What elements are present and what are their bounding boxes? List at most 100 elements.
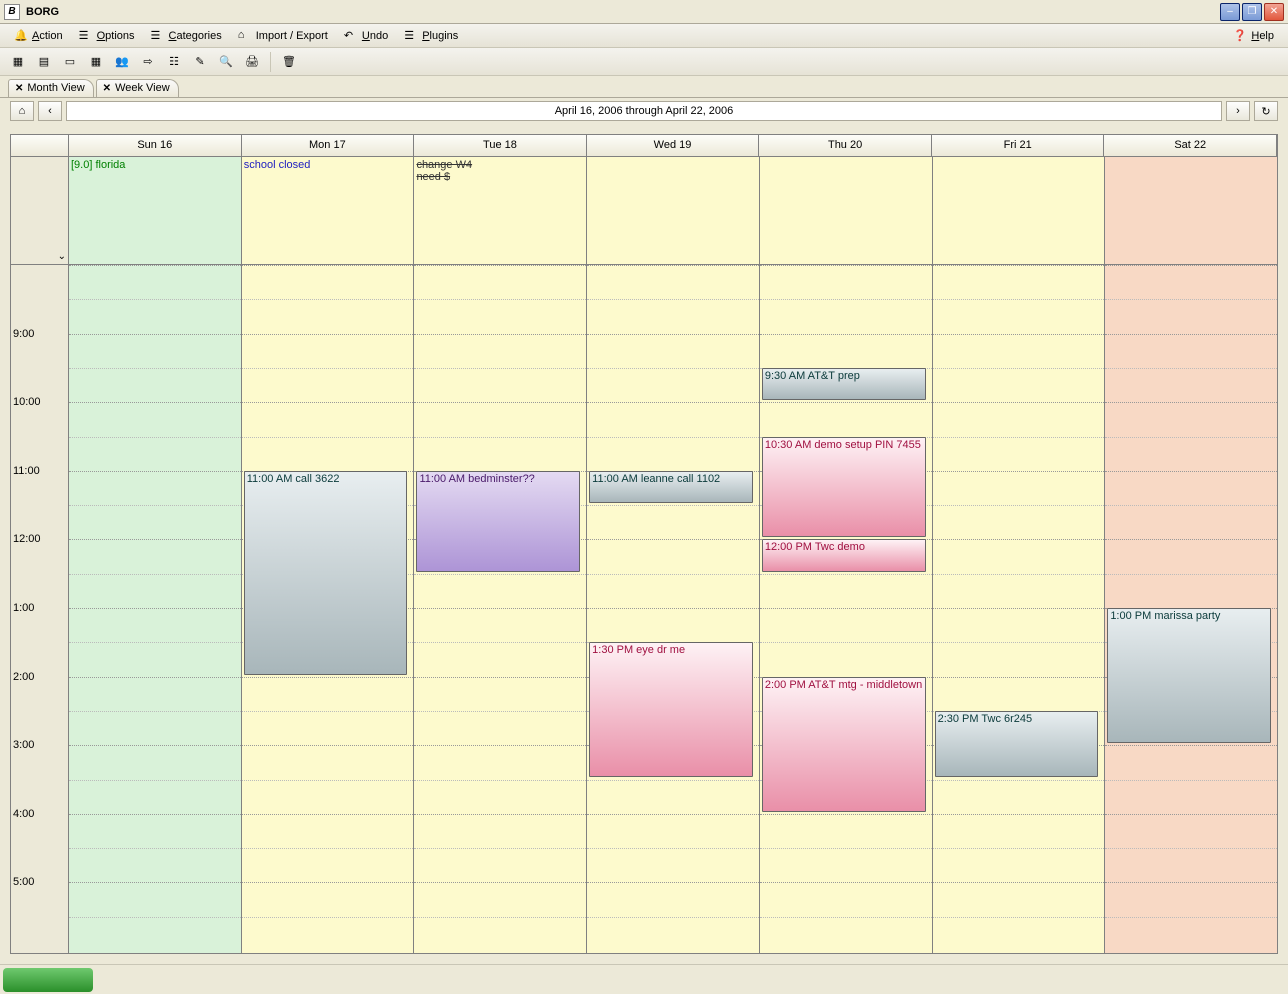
toolbar-delete[interactable]: 🗑 (277, 51, 301, 73)
day-column-wed[interactable]: 11:00 AM leanne call 1102 1:30 PM eye dr … (587, 265, 760, 953)
list-icon: ☰ (404, 29, 418, 43)
undo-icon: ↶ (344, 29, 358, 43)
menu-action[interactable]: 🔔 Action (6, 26, 71, 46)
allday-cell-sun[interactable]: [9.0] florida (69, 157, 242, 265)
allday-event[interactable]: [9.0] florida (71, 159, 239, 171)
menu-bar: 🔔 Action ☰ Options ☰ Categories ⌂ Import… (0, 24, 1288, 48)
toolbar-year-view[interactable]: ▦ (84, 51, 108, 73)
people-icon: 👥 (115, 55, 129, 68)
toolbar-search[interactable]: 🔍 (214, 51, 238, 73)
calendar-event[interactable]: 2:00 PM AT&T mtg - middletown (762, 677, 926, 812)
toolbar-tasks[interactable]: ☷ (162, 51, 186, 73)
day-header-sun[interactable]: Sun 16 (69, 135, 242, 157)
close-icon[interactable]: ✕ (103, 83, 111, 94)
tab-month-view[interactable]: ✕ Month View (8, 79, 94, 97)
chevron-down-icon: ⌄ (58, 251, 66, 262)
nav-next-button[interactable]: › (1226, 101, 1250, 121)
allday-cell-thu[interactable] (760, 157, 933, 265)
home-icon: ⌂ (19, 105, 26, 117)
tab-week-view[interactable]: ✕ Week View (96, 79, 179, 97)
calendar-event[interactable]: 11:00 AM call 3622 (244, 471, 408, 675)
week-calendar: Sun 16 Mon 17 Tue 18 Wed 19 Thu 20 Fri 2… (10, 134, 1278, 954)
hour-label: 3:00 (13, 739, 34, 751)
allday-cell-fri[interactable] (933, 157, 1106, 265)
title-bar: B BORG – ❐ ✕ (0, 0, 1288, 24)
close-icon[interactable]: ✕ (15, 83, 23, 94)
day-header-tue[interactable]: Tue 18 (414, 135, 587, 157)
day-header-fri[interactable]: Fri 21 (932, 135, 1105, 157)
print-icon: 🖨 (245, 55, 259, 68)
allday-cell-sat[interactable] (1105, 157, 1277, 265)
toolbar-week-view[interactable]: ▤ (32, 51, 56, 73)
day-column-sun[interactable] (69, 265, 242, 953)
menu-undo-label: ndo (370, 30, 388, 42)
menu-undo[interactable]: ↶ Undo (336, 26, 396, 46)
allday-cell-wed[interactable] (587, 157, 760, 265)
calendar-event[interactable]: 9:30 AM AT&T prep (762, 368, 926, 400)
day-header-sat[interactable]: Sat 22 (1104, 135, 1277, 157)
calendar-event[interactable]: 1:00 PM marissa party (1107, 608, 1271, 743)
trash-icon: 🗑 (282, 55, 296, 68)
year-icon: ▦ (91, 55, 101, 68)
calendar-event[interactable]: 11:00 AM bedminster?? (416, 471, 580, 572)
day-column-tue[interactable]: 11:00 AM bedminster?? (414, 265, 587, 953)
calendar-event[interactable]: 2:30 PM Twc 6r245 (935, 711, 1099, 778)
taskbar (0, 964, 1288, 994)
menu-categories[interactable]: ☰ Categories (143, 26, 230, 46)
maximize-button[interactable]: ❐ (1242, 3, 1262, 21)
toolbar-memo[interactable]: ✎ (188, 51, 212, 73)
day-column-mon[interactable]: 11:00 AM call 3622 (242, 265, 415, 953)
hour-label: 5:00 (13, 876, 34, 888)
menu-help-label: elp (1259, 30, 1274, 42)
tab-month-label: Month View (27, 82, 84, 94)
calendar-event[interactable]: 12:00 PM Twc demo (762, 539, 926, 571)
day-column-fri[interactable]: 2:30 PM Twc 6r245 (933, 265, 1106, 953)
day-column-thu[interactable]: 9:30 AM AT&T prep 10:30 AM demo setup PIN… (760, 265, 933, 953)
day-header-wed[interactable]: Wed 19 (587, 135, 760, 157)
date-range-label: April 16, 2006 through April 22, 2006 (66, 101, 1222, 121)
menu-help[interactable]: ❓ Help (1225, 26, 1282, 46)
allday-cell-mon[interactable]: school closed (242, 157, 415, 265)
day-icon: ▭ (65, 55, 75, 68)
grid-icon: ▦ (13, 55, 23, 68)
tab-week-label: Week View (115, 82, 170, 94)
memo-icon: ✎ (195, 55, 204, 68)
home-icon: ⌂ (238, 29, 252, 43)
time-labels: 9:0010:0011:0012:001:002:003:004:005:00 (11, 265, 69, 953)
app-icon: B (4, 4, 20, 20)
time-column-header (11, 135, 69, 157)
close-button[interactable]: ✕ (1264, 3, 1284, 21)
calendar-event[interactable]: 1:30 PM eye dr me (589, 642, 753, 777)
calendar-event[interactable]: 11:00 AM leanne call 1102 (589, 471, 753, 503)
toolbar-month-view[interactable]: ▦ (6, 51, 30, 73)
hour-label: 1:00 (13, 602, 34, 614)
nav-prev-button[interactable]: ‹ (38, 101, 62, 121)
calendar-grid: 9:0010:0011:0012:001:002:003:004:005:00 … (11, 265, 1277, 953)
menu-import-export-label: Import / Export (256, 30, 328, 42)
allday-event[interactable]: need $ (416, 171, 584, 183)
menu-options[interactable]: ☰ Options (71, 26, 143, 46)
day-header-mon[interactable]: Mon 17 (242, 135, 415, 157)
bell-icon: 🔔 (14, 29, 28, 43)
nav-home-button[interactable]: ⌂ (10, 101, 34, 121)
menu-import-export[interactable]: ⌂ Import / Export (230, 26, 336, 46)
app-title: BORG (26, 6, 1220, 18)
toolbar-day-view[interactable]: ▭ (58, 51, 82, 73)
allday-expand[interactable]: ⌄ (11, 157, 69, 265)
calendar-header: Sun 16 Mon 17 Tue 18 Wed 19 Thu 20 Fri 2… (11, 135, 1277, 157)
toolbar-print[interactable]: 🖨 (240, 51, 264, 73)
allday-cell-tue[interactable]: change W4need $ (414, 157, 587, 265)
toolbar-address-book[interactable]: 👥 (110, 51, 134, 73)
menu-plugins[interactable]: ☰ Plugins (396, 26, 466, 46)
allday-event[interactable]: change W4 (416, 159, 584, 171)
menu-plugins-label: lugins (430, 30, 459, 42)
calendar-event[interactable]: 10:30 AM demo setup PIN 7455 (762, 437, 926, 538)
hour-label: 2:00 (13, 671, 34, 683)
nav-refresh-button[interactable]: ↻ (1254, 101, 1278, 121)
day-column-sat[interactable]: 1:00 PM marissa party (1105, 265, 1277, 953)
allday-event[interactable]: school closed (244, 159, 412, 171)
toolbar-export[interactable]: ⇨ (136, 51, 160, 73)
hour-label: 4:00 (13, 808, 34, 820)
minimize-button[interactable]: – (1220, 3, 1240, 21)
day-header-thu[interactable]: Thu 20 (759, 135, 932, 157)
